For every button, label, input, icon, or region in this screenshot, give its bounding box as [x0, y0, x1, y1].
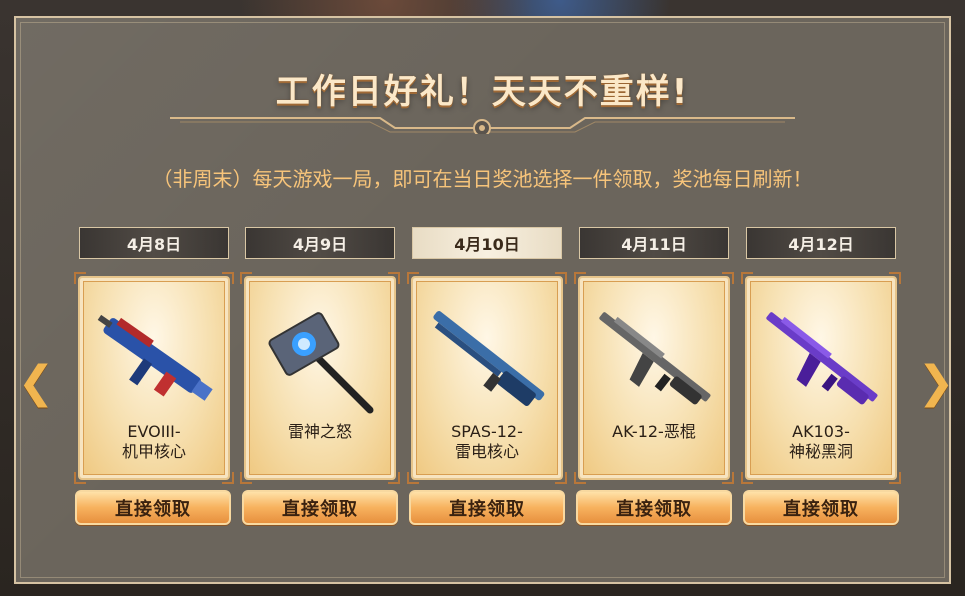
smg-weapon-icon — [97, 314, 213, 401]
reward-card-3[interactable]: SPAS-12- 雷电核心 — [407, 272, 567, 484]
reward-name-line1: AK103- — [792, 422, 850, 441]
reward-name-line1: EVOIII- — [127, 422, 181, 441]
reward-card-1[interactable]: EVOIII- 机甲核心 — [74, 272, 234, 484]
reward-name-line2: 机甲核心 — [121, 442, 186, 461]
reward-name-line1: SPAS-12- — [451, 422, 523, 441]
date-tab-1[interactable]: 4月8日 — [79, 227, 229, 259]
card-corner — [74, 272, 86, 284]
reward-name: 雷神之怒 — [246, 422, 394, 442]
claim-button-3[interactable]: 直接领取 — [409, 490, 565, 525]
card-corner — [722, 272, 734, 284]
reward-name: AK-12-恶棍 — [580, 422, 728, 442]
reward-name-line1: AK-12-恶棍 — [612, 422, 696, 441]
shotgun-weapon-icon — [433, 311, 545, 406]
card-corner — [240, 472, 252, 484]
claim-button-5[interactable]: 直接领取 — [743, 490, 899, 525]
reward-card-5[interactable]: AK103- 神秘黑洞 — [741, 272, 901, 484]
rifle-weapon-icon — [599, 312, 711, 405]
card-corner — [240, 272, 252, 284]
reward-name-line2: 雷电核心 — [454, 442, 519, 461]
card-corner — [722, 472, 734, 484]
page-title: 工作日好礼！天天不重样! — [275, 72, 690, 112]
card-corner — [74, 472, 86, 484]
card-corner — [388, 272, 400, 284]
claim-button-1[interactable]: 直接领取 — [75, 490, 231, 525]
card-corner — [741, 472, 753, 484]
reward-name-line2: 神秘黑洞 — [788, 442, 853, 461]
chevron-right-icon[interactable]: ❯ — [918, 357, 955, 408]
card-corner — [555, 472, 567, 484]
prev-arrow-glyph: ❮ — [17, 356, 55, 408]
reward-card-2[interactable]: 雷神之怒 — [240, 272, 400, 484]
reward-name: AK103- 神秘黑洞 — [747, 422, 895, 462]
event-description: （非周末）每天游戏一局，即可在当日奖池选择一件领取，奖池每日刷新！ — [152, 167, 813, 191]
card-corner — [407, 272, 419, 284]
chevron-left-icon[interactable]: ❮ — [18, 357, 55, 408]
hammer-weapon-icon — [268, 312, 374, 414]
card-corner — [222, 272, 234, 284]
next-arrow-glyph: ❯ — [917, 356, 955, 408]
reward-name: SPAS-12- 雷电核心 — [413, 422, 561, 462]
reward-name-line1: 雷神之怒 — [287, 422, 352, 441]
date-tab-3[interactable]: 4月10日 — [412, 227, 562, 259]
claim-button-2[interactable]: 直接领取 — [242, 490, 398, 525]
date-tab-2[interactable]: 4月9日 — [245, 227, 395, 259]
title-divider-ornament — [170, 117, 795, 134]
card-corner — [388, 472, 400, 484]
card-corner — [574, 472, 586, 484]
reward-name: EVOIII- 机甲核心 — [80, 422, 228, 462]
date-tab-5[interactable]: 4月12日 — [746, 227, 896, 259]
claim-button-4[interactable]: 直接领取 — [576, 490, 732, 525]
card-corner — [407, 472, 419, 484]
card-corner — [574, 272, 586, 284]
card-corner — [555, 272, 567, 284]
date-tab-4[interactable]: 4月11日 — [579, 227, 729, 259]
reward-card-4[interactable]: AK-12-恶棍 — [574, 272, 734, 484]
card-corner — [741, 272, 753, 284]
card-corner — [889, 272, 901, 284]
card-corner — [889, 472, 901, 484]
purple-rifle-weapon-icon — [766, 312, 878, 405]
card-corner — [222, 472, 234, 484]
